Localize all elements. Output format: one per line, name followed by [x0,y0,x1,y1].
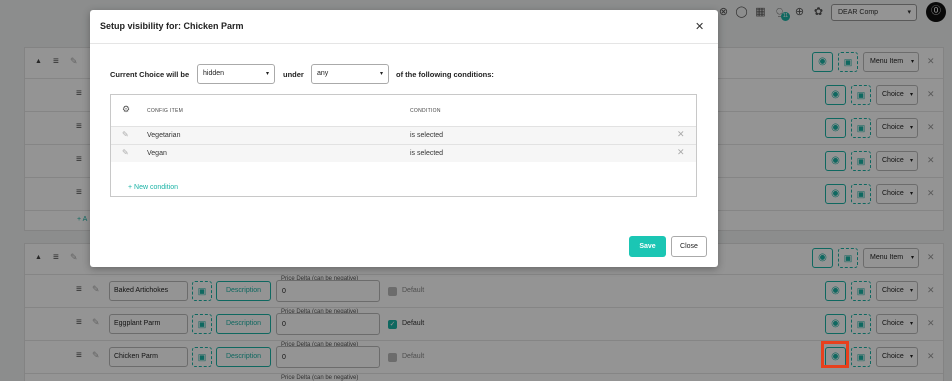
dialog-title: Setup visibility for: Chicken Parm [100,21,244,31]
conditions-suffix-label: of the following conditions: [396,70,494,79]
delete-icon[interactable]: ✕ [677,129,685,140]
delete-icon[interactable]: ✕ [677,147,685,158]
gear-icon[interactable]: ⚙ [122,104,130,115]
chevron-down-icon: ▾ [379,71,383,77]
chevron-down-icon: ▾ [265,71,269,77]
save-button[interactable]: Save [629,236,666,257]
visibility-dialog: Setup visibility for: Chicken Parm ✕ Cur… [90,10,718,267]
condition-row: ✎ Vegan is selected ✕ [111,144,696,162]
under-label: under [283,70,304,79]
current-choice-label: Current Choice will be [110,70,190,79]
condition-row: ✎ Vegetarian is selected ✕ [111,126,696,144]
edit-icon[interactable]: ✎ [122,148,129,157]
conditions-table: ⚙ CONFIG ITEM CONDITION ✎ Vegetarian is … [110,94,697,197]
condition-value: is selected [410,132,444,139]
column-header-condition: CONDITION [410,108,441,114]
divider [90,43,718,44]
config-item: Vegan [147,150,167,157]
edit-icon[interactable]: ✎ [122,130,129,139]
match-select[interactable]: any ▾ [311,64,389,84]
close-button[interactable]: Close [671,236,707,257]
new-condition-link[interactable]: + New condition [128,184,178,191]
visibility-select[interactable]: hidden ▾ [197,64,275,84]
active-visibility-highlight [821,341,849,368]
close-icon[interactable]: ✕ [695,20,704,33]
column-header-config-item: CONFIG ITEM [147,108,184,114]
condition-value: is selected [410,150,444,157]
config-item: Vegetarian [147,132,181,139]
